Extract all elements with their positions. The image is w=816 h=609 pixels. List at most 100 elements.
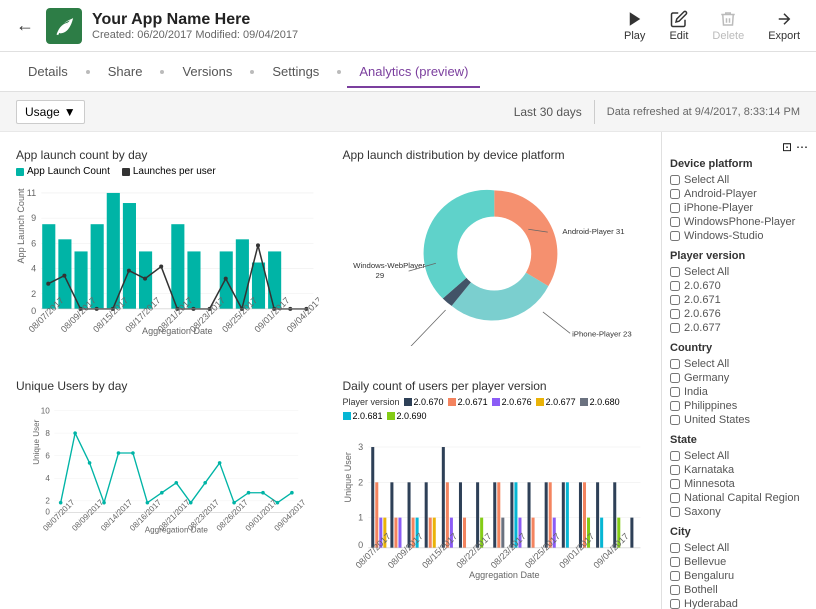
delete-icon (719, 10, 737, 28)
country-us[interactable]: United States (670, 414, 808, 426)
leaf-icon (53, 15, 75, 37)
device-platform-title: Device platform (670, 158, 808, 170)
city-section: City Select All Bellevue Bengaluru Bothe… (670, 526, 808, 609)
teal-legend-dot (16, 168, 24, 176)
country-india[interactable]: India (670, 386, 808, 398)
dp-android-checkbox[interactable] (670, 189, 680, 199)
state-saxony[interactable]: Saxony (670, 506, 808, 518)
pv-671-checkbox[interactable] (670, 295, 680, 305)
state-karnataka[interactable]: Karnataka (670, 464, 808, 476)
dp-windowsphone[interactable]: WindowsPhone-Player (670, 216, 808, 228)
expand-icon[interactable]: ⊡ (782, 140, 792, 154)
pv-676[interactable]: 2.0.676 (670, 308, 808, 320)
state-minnesota-checkbox[interactable] (670, 479, 680, 489)
header-actions: Play Edit Delete Export (624, 10, 800, 42)
country-india-checkbox[interactable] (670, 387, 680, 397)
state-ncr-checkbox[interactable] (670, 493, 680, 503)
dp-windows-studio[interactable]: Windows-Studio (670, 230, 808, 242)
country-germany[interactable]: Germany (670, 372, 808, 384)
city-hyderabad-checkbox[interactable] (670, 599, 680, 609)
city-bothell-checkbox[interactable] (670, 585, 680, 595)
grouped-bar-chart: Unique User 3 2 1 0 (343, 425, 646, 585)
play-button[interactable]: Play (624, 10, 645, 42)
pv-670[interactable]: 2.0.670 (670, 280, 808, 292)
delete-button[interactable]: Delete (712, 10, 744, 42)
city-hyderabad[interactable]: Hyderabad (670, 598, 808, 609)
pv-670-checkbox[interactable] (670, 281, 680, 291)
dp-windowsphone-checkbox[interactable] (670, 217, 680, 227)
pv-select-all[interactable]: Select All (670, 266, 808, 278)
dp-iphone-checkbox[interactable] (670, 203, 680, 213)
state-karnataka-checkbox[interactable] (670, 465, 680, 475)
last-days-label: Last 30 days (514, 105, 582, 119)
charts-area: App launch count by day App Launch Count… (0, 132, 661, 609)
pv-677[interactable]: 2.0.677 (670, 322, 808, 334)
pv-671[interactable]: 2.0.671 (670, 294, 808, 306)
city-bellevue-checkbox[interactable] (670, 557, 680, 567)
svg-text:2: 2 (358, 477, 363, 487)
svg-text:0: 0 (31, 306, 36, 316)
chevron-down-icon: ▼ (64, 105, 76, 119)
city-bengaluru[interactable]: Bengaluru (670, 570, 808, 582)
back-button[interactable]: ← (16, 15, 34, 36)
donut-chart: Android-Player 31 iPhone-Player 23 Windo… (343, 166, 646, 346)
pv-select-all-checkbox[interactable] (670, 267, 680, 277)
state-ncr[interactable]: National Capital Region (670, 492, 808, 504)
svg-text:11: 11 (27, 188, 36, 198)
device-platform-section: Device platform Select All Android-Playe… (670, 158, 808, 242)
svg-text:6: 6 (31, 238, 36, 248)
player-version-title: Player version (670, 250, 808, 262)
country-select-all-checkbox[interactable] (670, 359, 680, 369)
country-philippines-checkbox[interactable] (670, 401, 680, 411)
unique-users-title: Unique Users by day (16, 379, 319, 393)
dp-select-all-checkbox[interactable] (670, 175, 680, 185)
state-select-all-checkbox[interactable] (670, 451, 680, 461)
dp-android[interactable]: Android-Player (670, 188, 808, 200)
city-select-all[interactable]: Select All (670, 542, 808, 554)
launch-count-legend: App Launch Count Launches per user (16, 166, 319, 177)
distribution-chart: App launch distribution by device platfo… (335, 140, 654, 363)
city-bothell[interactable]: Bothell (670, 584, 808, 596)
svg-text:9: 9 (31, 213, 36, 223)
usage-dropdown[interactable]: Usage ▼ (16, 100, 85, 124)
svg-text:Android-Player 31: Android-Player 31 (562, 227, 624, 236)
pv-676-dot (492, 398, 500, 406)
daily-count-chart: Daily count of users per player version … (335, 371, 654, 602)
more-icon[interactable]: ⋯ (796, 140, 808, 154)
state-title: State (670, 434, 808, 446)
state-saxony-checkbox[interactable] (670, 507, 680, 517)
tab-analytics[interactable]: Analytics (preview) (347, 56, 480, 87)
sidebar: ⊡ ⋯ Device platform Select All Android-P… (661, 132, 816, 609)
dp-iphone[interactable]: iPhone-Player (670, 202, 808, 214)
toolbar: Usage ▼ Last 30 days Data refreshed at 9… (0, 92, 816, 132)
country-us-checkbox[interactable] (670, 415, 680, 425)
country-select-all[interactable]: Select All (670, 358, 808, 370)
country-philippines[interactable]: Philippines (670, 400, 808, 412)
city-select-all-checkbox[interactable] (670, 543, 680, 553)
pv-676-checkbox[interactable] (670, 309, 680, 319)
unique-users-line: Unique User 10 8 6 4 2 0 (16, 397, 319, 537)
dp-select-all[interactable]: Select All (670, 174, 808, 186)
app-logo (46, 8, 82, 44)
launch-count-chart: App launch count by day App Launch Count… (8, 140, 327, 363)
svg-text:Unique User: Unique User (343, 452, 353, 502)
tab-share[interactable]: Share (96, 56, 155, 87)
svg-text:2: 2 (31, 289, 36, 299)
city-bengaluru-checkbox[interactable] (670, 571, 680, 581)
svg-text:2: 2 (45, 496, 50, 505)
tab-details[interactable]: Details (16, 56, 80, 87)
state-select-all[interactable]: Select All (670, 450, 808, 462)
svg-text:Aggregation Date: Aggregation Date (142, 326, 213, 336)
dp-windows-studio-checkbox[interactable] (670, 231, 680, 241)
edit-button[interactable]: Edit (669, 10, 688, 42)
tab-settings[interactable]: Settings (260, 56, 331, 87)
tab-versions[interactable]: Versions (170, 56, 244, 87)
city-bellevue[interactable]: Bellevue (670, 556, 808, 568)
country-germany-checkbox[interactable] (670, 373, 680, 383)
sidebar-icons: ⊡ ⋯ (670, 140, 808, 154)
export-button[interactable]: Export (768, 10, 800, 42)
state-minnesota[interactable]: Minnesota (670, 478, 808, 490)
svg-text:Aggregation Date: Aggregation Date (145, 525, 209, 534)
launch-count-bars: App Launch Count 11 9 6 4 2 0 (16, 181, 319, 341)
pv-677-checkbox[interactable] (670, 323, 680, 333)
